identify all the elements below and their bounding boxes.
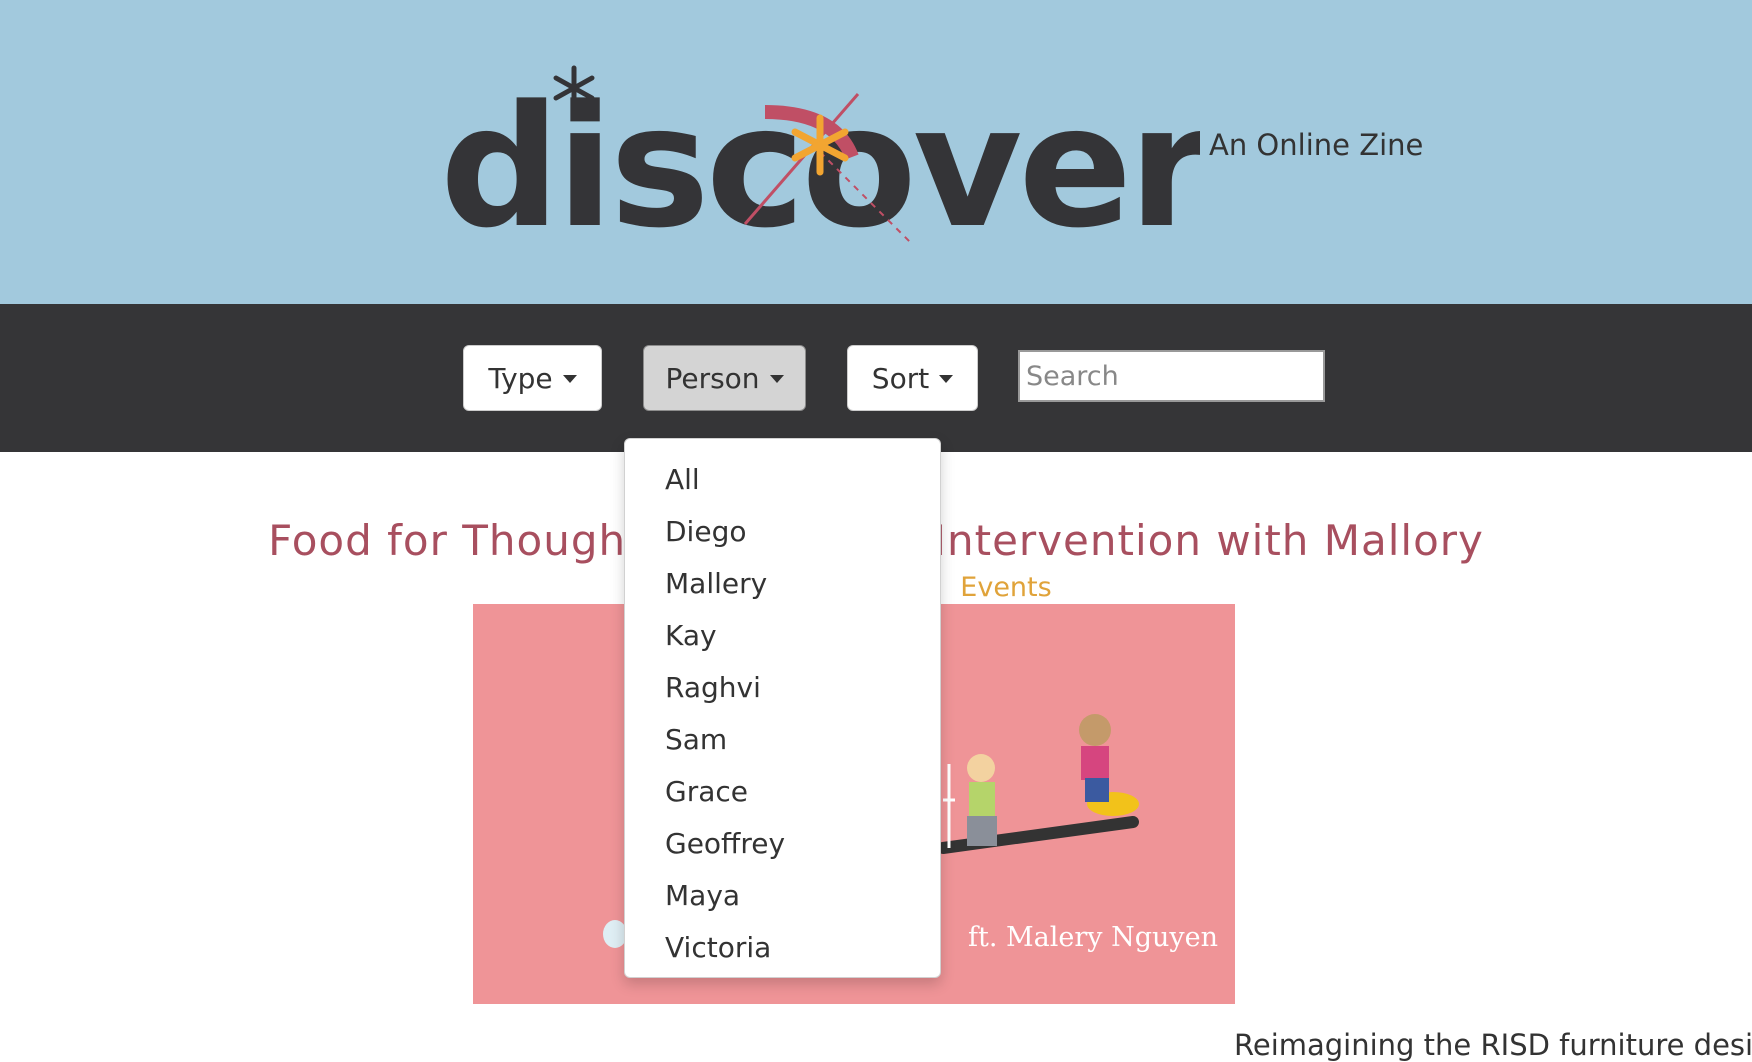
sort-label: Sort: [871, 361, 930, 395]
type-dropdown-button[interactable]: Type: [463, 345, 602, 411]
site-header: discover An Online Zine: [0, 0, 1752, 304]
discover-logo[interactable]: discover: [440, 62, 1200, 242]
type-label: Type: [488, 361, 553, 395]
person-option-diego[interactable]: Diego: [625, 506, 940, 558]
person-option-grace[interactable]: Grace: [625, 766, 940, 818]
caret-down-icon: [769, 375, 784, 383]
person-option-victoria[interactable]: Victoria: [625, 922, 940, 974]
caret-down-icon: [939, 375, 954, 383]
person-dropdown-menu: All Diego Mallery Kay Raghvi Sam Grace G…: [624, 438, 941, 978]
sort-dropdown-button[interactable]: Sort: [847, 345, 978, 411]
person-label: Person: [665, 361, 760, 395]
post-excerpt: Reimagining the RISD furniture design: [1234, 1028, 1752, 1062]
search-input[interactable]: [1018, 350, 1325, 402]
person-option-all[interactable]: All: [625, 454, 940, 506]
person-option-raghvi[interactable]: Raghvi: [625, 662, 940, 714]
person-option-maya[interactable]: Maya: [625, 870, 940, 922]
person-dropdown-button[interactable]: Person: [643, 345, 806, 411]
person-option-mallery[interactable]: Mallery: [625, 558, 940, 610]
person-option-kay[interactable]: Kay: [625, 610, 940, 662]
image-caption: ft. Malery Nguyen: [968, 922, 1219, 953]
site-tagline: An Online Zine: [1209, 128, 1424, 162]
person-option-sam[interactable]: Sam: [625, 714, 940, 766]
person-option-geoffrey[interactable]: Geoffrey: [625, 818, 940, 870]
caret-down-icon: [562, 375, 577, 383]
category-label[interactable]: Events: [960, 572, 1051, 603]
